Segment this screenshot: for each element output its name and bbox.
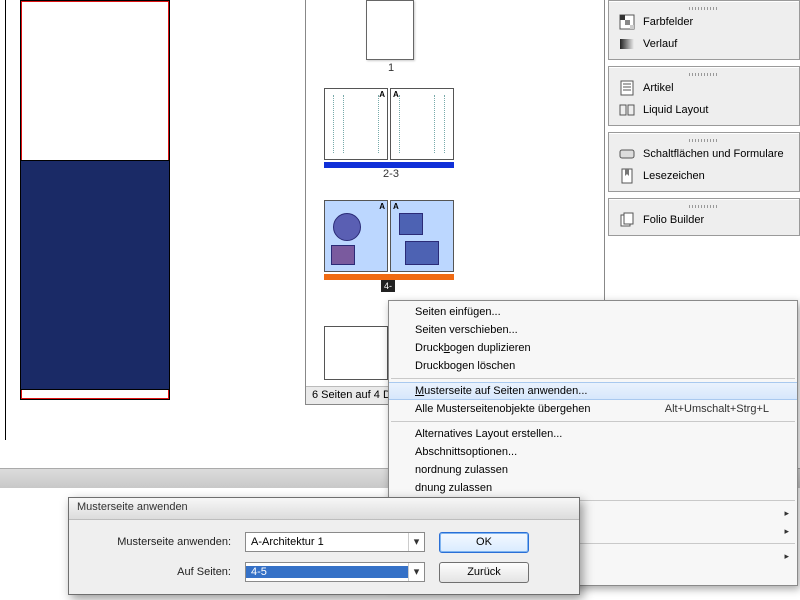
folio-icon xyxy=(619,212,635,228)
ok-button[interactable]: OK xyxy=(439,532,529,553)
panel-label: Lesezeichen xyxy=(643,170,705,182)
panel-liquid-layout[interactable]: Liquid Layout xyxy=(609,99,799,121)
shape-circle xyxy=(333,213,361,241)
panel-group-layout[interactable]: Artikel Liquid Layout xyxy=(608,66,800,126)
panel-label: Liquid Layout xyxy=(643,104,708,116)
label-apply-master: Musterseite anwenden: xyxy=(81,536,231,548)
panel-articles[interactable]: Artikel xyxy=(609,77,799,99)
panel-label: Artikel xyxy=(643,82,674,94)
apply-master-dialog[interactable]: Musterseite anwenden Musterseite anwende… xyxy=(68,497,580,595)
panel-group-interactive[interactable]: Schaltflächen und Formulare Lesezeichen xyxy=(608,132,800,192)
menu-section-options[interactable]: Abschnittsoptionen... xyxy=(389,443,797,461)
chevron-down-icon[interactable]: ▾ xyxy=(408,533,424,551)
shape-rect xyxy=(331,245,355,265)
menu-allow-reorder-1[interactable]: nordnung zulassen xyxy=(389,461,797,479)
panel-folio-builder[interactable]: Folio Builder xyxy=(609,209,799,231)
label-to-pages: Auf Seiten: xyxy=(81,566,231,578)
menu-move-pages[interactable]: Seiten verschieben... xyxy=(389,321,797,339)
spread-page-right[interactable]: A xyxy=(390,200,454,272)
page-thumb-1[interactable] xyxy=(366,0,414,60)
panel-label: Schaltflächen und Formulare xyxy=(643,148,784,160)
swatches-icon xyxy=(619,14,635,30)
pages-select-value: 4-5 xyxy=(246,566,408,578)
master-marker: A xyxy=(379,90,385,99)
liquid-layout-icon xyxy=(619,102,635,118)
menu-allow-reorder-2[interactable]: dnung zulassen xyxy=(389,479,797,497)
panel-label: Verlauf xyxy=(643,38,677,50)
master-marker: A xyxy=(393,202,399,211)
panel-gradient[interactable]: Verlauf xyxy=(609,33,799,55)
shape-rect xyxy=(399,213,423,235)
menu-duplicate-spread[interactable]: Druckbogen duplizieren xyxy=(389,339,797,357)
spread-2-3[interactable]: A A xyxy=(324,88,454,164)
master-select[interactable]: A-Architektur 1 ▾ xyxy=(245,532,425,552)
spread-2-3-label: 2-3 xyxy=(306,168,476,180)
gradient-icon xyxy=(619,36,635,52)
dialog-title[interactable]: Musterseite anwenden xyxy=(69,498,579,520)
menu-separator xyxy=(391,378,795,379)
master-select-value: A-Architektur 1 xyxy=(246,536,408,548)
spread-page-right[interactable]: A xyxy=(390,88,454,160)
cancel-button[interactable]: Zurück xyxy=(439,562,529,583)
button-icon xyxy=(619,146,635,162)
menu-separator xyxy=(391,421,795,422)
shape-rect xyxy=(405,241,439,265)
panel-bookmarks[interactable]: Lesezeichen xyxy=(609,165,799,187)
page-content-rect xyxy=(20,160,170,390)
panel-group-color[interactable]: Farbfelder Verlauf xyxy=(608,0,800,60)
menu-shortcut: Alt+Umschalt+Strg+L xyxy=(665,403,769,415)
document-canvas[interactable] xyxy=(0,0,200,450)
chevron-down-icon[interactable]: ▾ xyxy=(408,563,424,581)
menu-apply-master[interactable]: Musterseite auf Seiten anwenden... xyxy=(389,382,797,400)
spread-4-5-label: 4- xyxy=(381,280,395,292)
master-marker: A xyxy=(393,90,399,99)
menu-override-master-items[interactable]: Alle Musterseitenobjekte übergehen Alt+U… xyxy=(389,400,797,418)
spread-page-left[interactable]: A xyxy=(324,88,388,160)
panel-swatches[interactable]: Farbfelder xyxy=(609,11,799,33)
ruler xyxy=(0,0,6,440)
panel-group-folio[interactable]: Folio Builder xyxy=(608,198,800,236)
spread-4-5[interactable]: A A xyxy=(324,200,454,276)
menu-insert-pages[interactable]: Seiten einfügen... xyxy=(389,303,797,321)
master-marker: A xyxy=(379,202,385,211)
menu-delete-spread[interactable]: Druckbogen löschen xyxy=(389,357,797,375)
spread-page-left[interactable]: A xyxy=(324,200,388,272)
panel-label: Farbfelder xyxy=(643,16,693,28)
pages-select[interactable]: 4-5 ▾ xyxy=(245,562,425,582)
side-panel-dock[interactable]: Farbfelder Verlauf Artikel Liquid Layout… xyxy=(608,0,800,300)
page-thumb-1-label: 1 xyxy=(306,62,476,74)
menu-alt-layout[interactable]: Alternatives Layout erstellen... xyxy=(389,425,797,443)
bookmark-icon xyxy=(619,168,635,184)
panel-buttons-forms[interactable]: Schaltflächen und Formulare xyxy=(609,143,799,165)
panel-label: Folio Builder xyxy=(643,214,704,226)
articles-icon xyxy=(619,80,635,96)
